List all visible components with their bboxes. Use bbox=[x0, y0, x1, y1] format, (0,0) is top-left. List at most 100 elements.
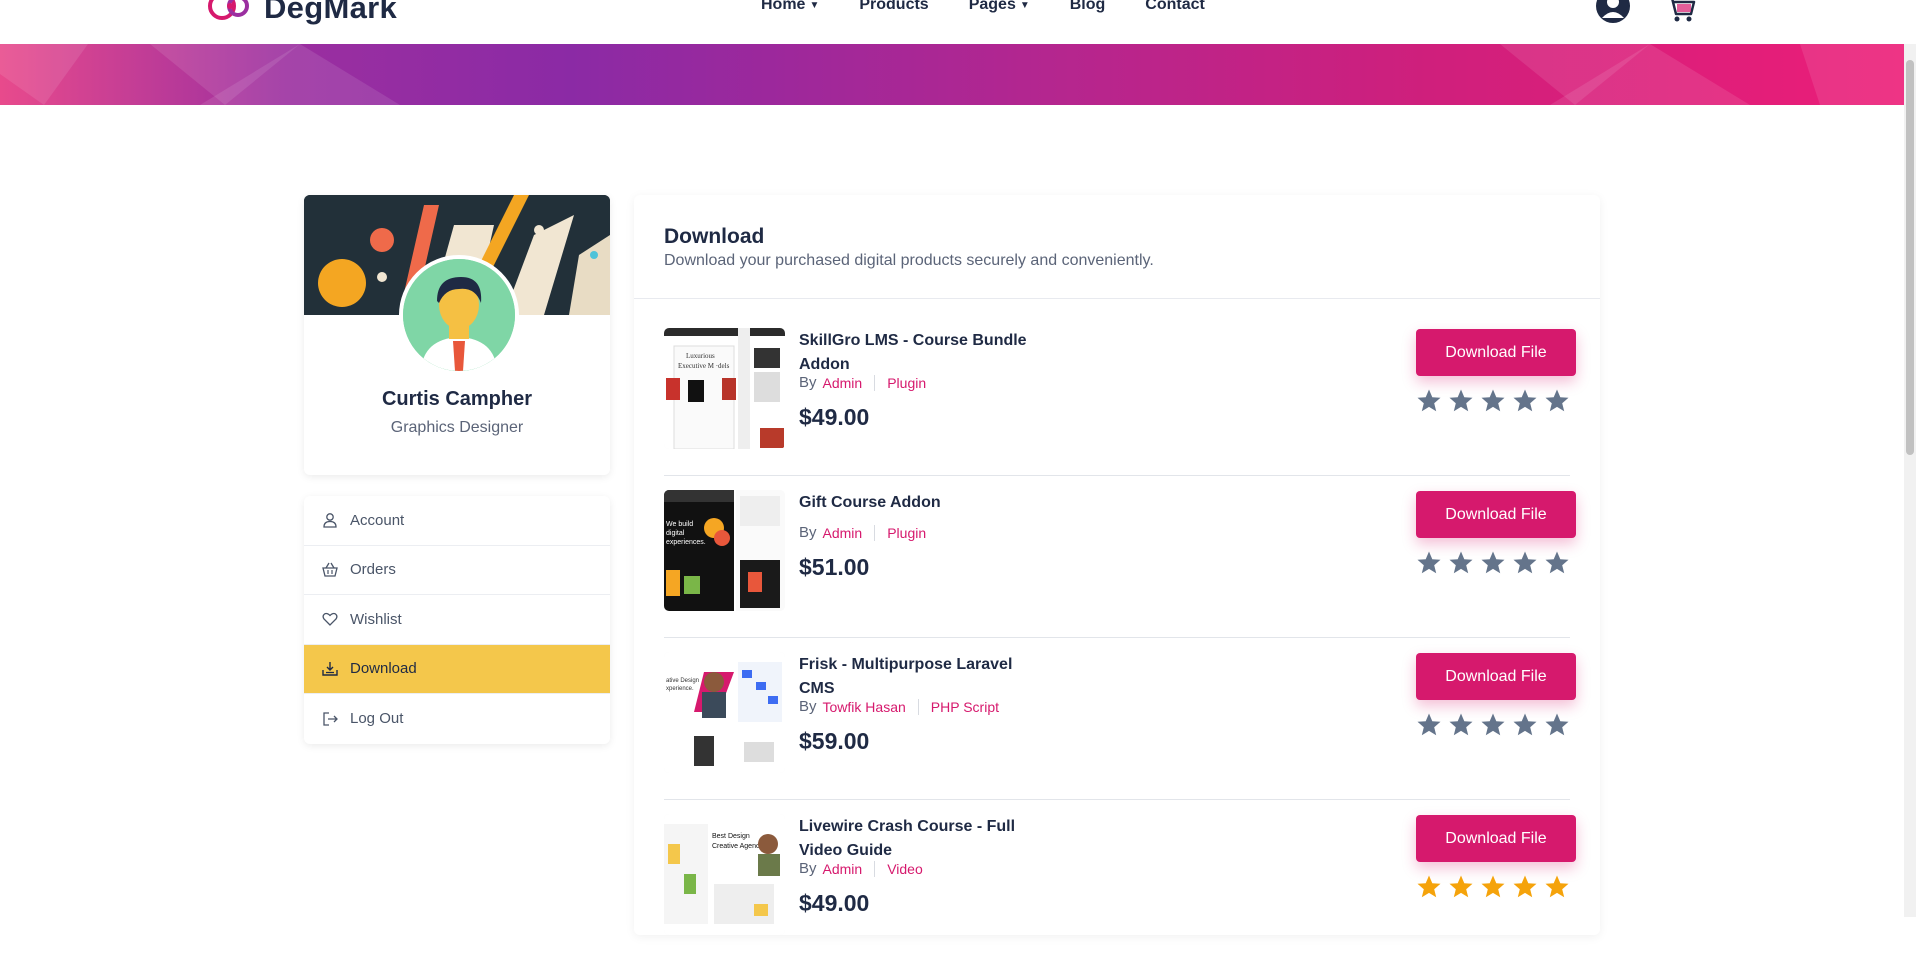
svg-text:ative Design: ative Design bbox=[666, 678, 699, 684]
product-meta: By Admin Plugin bbox=[799, 374, 926, 391]
svg-text:Luxurious: Luxurious bbox=[686, 352, 715, 360]
nav-blog[interactable]: Blog bbox=[1070, 0, 1106, 14]
product-meta: By Towfik Hasan PHP Script bbox=[799, 698, 999, 715]
profile-role: Graphics Designer bbox=[390, 419, 524, 436]
rating-stars[interactable] bbox=[1416, 874, 1570, 900]
star-icon[interactable] bbox=[1416, 712, 1442, 738]
star-icon[interactable] bbox=[1544, 388, 1570, 414]
by-label: By bbox=[799, 698, 817, 715]
svg-text:Best Design: Best Design bbox=[712, 833, 750, 840]
product-category-link[interactable]: Video bbox=[887, 861, 923, 877]
menu-item-orders[interactable]: Orders bbox=[304, 546, 610, 595]
star-icon[interactable] bbox=[1416, 388, 1442, 414]
user-icon bbox=[323, 513, 337, 528]
nav-home[interactable]: Home ▼ bbox=[761, 0, 819, 14]
star-icon[interactable] bbox=[1544, 712, 1570, 738]
product-title[interactable]: Livewire Crash Course - Full Video Guide bbox=[799, 815, 1039, 863]
logo-mark-icon bbox=[208, 0, 249, 20]
product-thumbnail[interactable]: We build digital experiences. bbox=[664, 490, 785, 611]
product-thumbnail[interactable]: Luxurious Executive M ·dels bbox=[664, 328, 785, 449]
page-title: Download bbox=[664, 225, 765, 248]
scrollbar-thumb[interactable] bbox=[1906, 60, 1914, 455]
star-icon[interactable] bbox=[1512, 874, 1538, 900]
cart-icon[interactable] bbox=[1665, 0, 1697, 24]
main-nav: Home ▼ Products Pages ▼ Blog Contact bbox=[761, 0, 1245, 14]
rating-stars[interactable] bbox=[1416, 712, 1570, 738]
product-price: $49.00 bbox=[799, 404, 870, 430]
product-author-link[interactable]: Admin bbox=[823, 861, 863, 877]
product-category-link[interactable]: PHP Script bbox=[931, 699, 999, 715]
product-title[interactable]: Frisk - Multipurpose Laravel CMS bbox=[799, 653, 1039, 701]
star-icon[interactable] bbox=[1512, 550, 1538, 576]
chevron-down-icon: ▼ bbox=[1019, 0, 1030, 11]
profile-name: Curtis Campher bbox=[381, 388, 533, 410]
product-row: Best Design Creative Agency Livewire Cra… bbox=[664, 800, 1576, 962]
star-icon[interactable] bbox=[1448, 874, 1474, 900]
svg-text:Creative Agency: Creative Agency bbox=[712, 843, 763, 850]
download-file-button[interactable]: Download File bbox=[1416, 329, 1576, 376]
rating-stars[interactable] bbox=[1416, 550, 1570, 576]
download-file-button[interactable]: Download File bbox=[1416, 491, 1576, 538]
download-icon bbox=[322, 661, 338, 676]
page-subtitle: Download your purchased digital products… bbox=[664, 252, 1154, 269]
star-icon[interactable] bbox=[1480, 874, 1506, 900]
product-author-link[interactable]: Towfik Hasan bbox=[823, 699, 906, 715]
download-file-button[interactable]: Download File bbox=[1416, 653, 1576, 700]
menu-item-wishlist[interactable]: Wishlist bbox=[304, 595, 610, 645]
nav-home-label: Home bbox=[761, 0, 806, 13]
download-panel: Download Download your purchased digital… bbox=[634, 195, 1600, 935]
product-category-link[interactable]: Plugin bbox=[887, 375, 926, 391]
nav-products[interactable]: Products bbox=[859, 0, 928, 14]
nav-pages-label: Pages bbox=[968, 0, 1016, 13]
star-icon[interactable] bbox=[1416, 550, 1442, 576]
product-thumbnail[interactable]: ative Design xperience. bbox=[664, 652, 785, 773]
brand-logo[interactable]: DegMark bbox=[204, 0, 397, 26]
star-icon[interactable] bbox=[1544, 874, 1570, 900]
star-icon[interactable] bbox=[1512, 388, 1538, 414]
by-label: By bbox=[799, 860, 817, 877]
svg-text:digital: digital bbox=[666, 530, 685, 537]
star-icon[interactable] bbox=[1544, 550, 1570, 576]
nav-contact-label: Contact bbox=[1145, 0, 1205, 13]
product-title[interactable]: SkillGro LMS - Course Bundle Addon bbox=[799, 329, 1039, 377]
download-file-button[interactable]: Download File bbox=[1416, 815, 1576, 862]
avatar bbox=[399, 255, 519, 375]
product-category-link[interactable]: Plugin bbox=[887, 525, 926, 541]
page-banner bbox=[0, 44, 1904, 105]
product-author-link[interactable]: Admin bbox=[823, 525, 863, 541]
star-icon[interactable] bbox=[1448, 388, 1474, 414]
svg-text:experiences.: experiences. bbox=[666, 539, 706, 546]
product-price: $51.00 bbox=[799, 554, 870, 580]
nav-pages[interactable]: Pages ▼ bbox=[969, 0, 1030, 14]
star-icon[interactable] bbox=[1480, 388, 1506, 414]
chevron-down-icon: ▼ bbox=[809, 0, 820, 11]
user-icon[interactable] bbox=[1595, 0, 1631, 24]
by-label: By bbox=[799, 524, 817, 541]
rating-stars[interactable] bbox=[1416, 388, 1570, 414]
menu-item-account[interactable]: Account bbox=[304, 496, 610, 546]
menu-item-label: Account bbox=[350, 511, 405, 529]
star-icon[interactable] bbox=[1416, 874, 1442, 900]
nav-products-label: Products bbox=[859, 0, 929, 13]
by-label: By bbox=[799, 374, 817, 391]
meta-divider bbox=[874, 524, 876, 541]
menu-item-label: Wishlist bbox=[350, 610, 402, 628]
nav-contact[interactable]: Contact bbox=[1145, 0, 1205, 14]
svg-text:We build: We build bbox=[666, 521, 693, 528]
menu-item-logout[interactable]: Log Out bbox=[304, 694, 610, 744]
star-icon[interactable] bbox=[1448, 550, 1474, 576]
star-icon[interactable] bbox=[1512, 712, 1538, 738]
star-icon[interactable] bbox=[1480, 712, 1506, 738]
star-icon[interactable] bbox=[1448, 712, 1474, 738]
site-header: DegMark Home ▼ Products Pages ▼ Blog Conta… bbox=[0, 0, 1916, 44]
product-author-link[interactable]: Admin bbox=[823, 375, 863, 391]
nav-blog-label: Blog bbox=[1069, 0, 1106, 13]
svg-text:Executive M ·dels: Executive M ·dels bbox=[678, 362, 730, 370]
svg-text:xperience.: xperience. bbox=[666, 686, 694, 692]
star-icon[interactable] bbox=[1480, 550, 1506, 576]
logout-icon bbox=[323, 712, 338, 726]
menu-item-download[interactable]: Download bbox=[304, 644, 610, 694]
meta-divider bbox=[874, 374, 876, 391]
product-meta: By Admin Video bbox=[799, 860, 923, 877]
product-title[interactable]: Gift Course Addon bbox=[799, 491, 1039, 515]
